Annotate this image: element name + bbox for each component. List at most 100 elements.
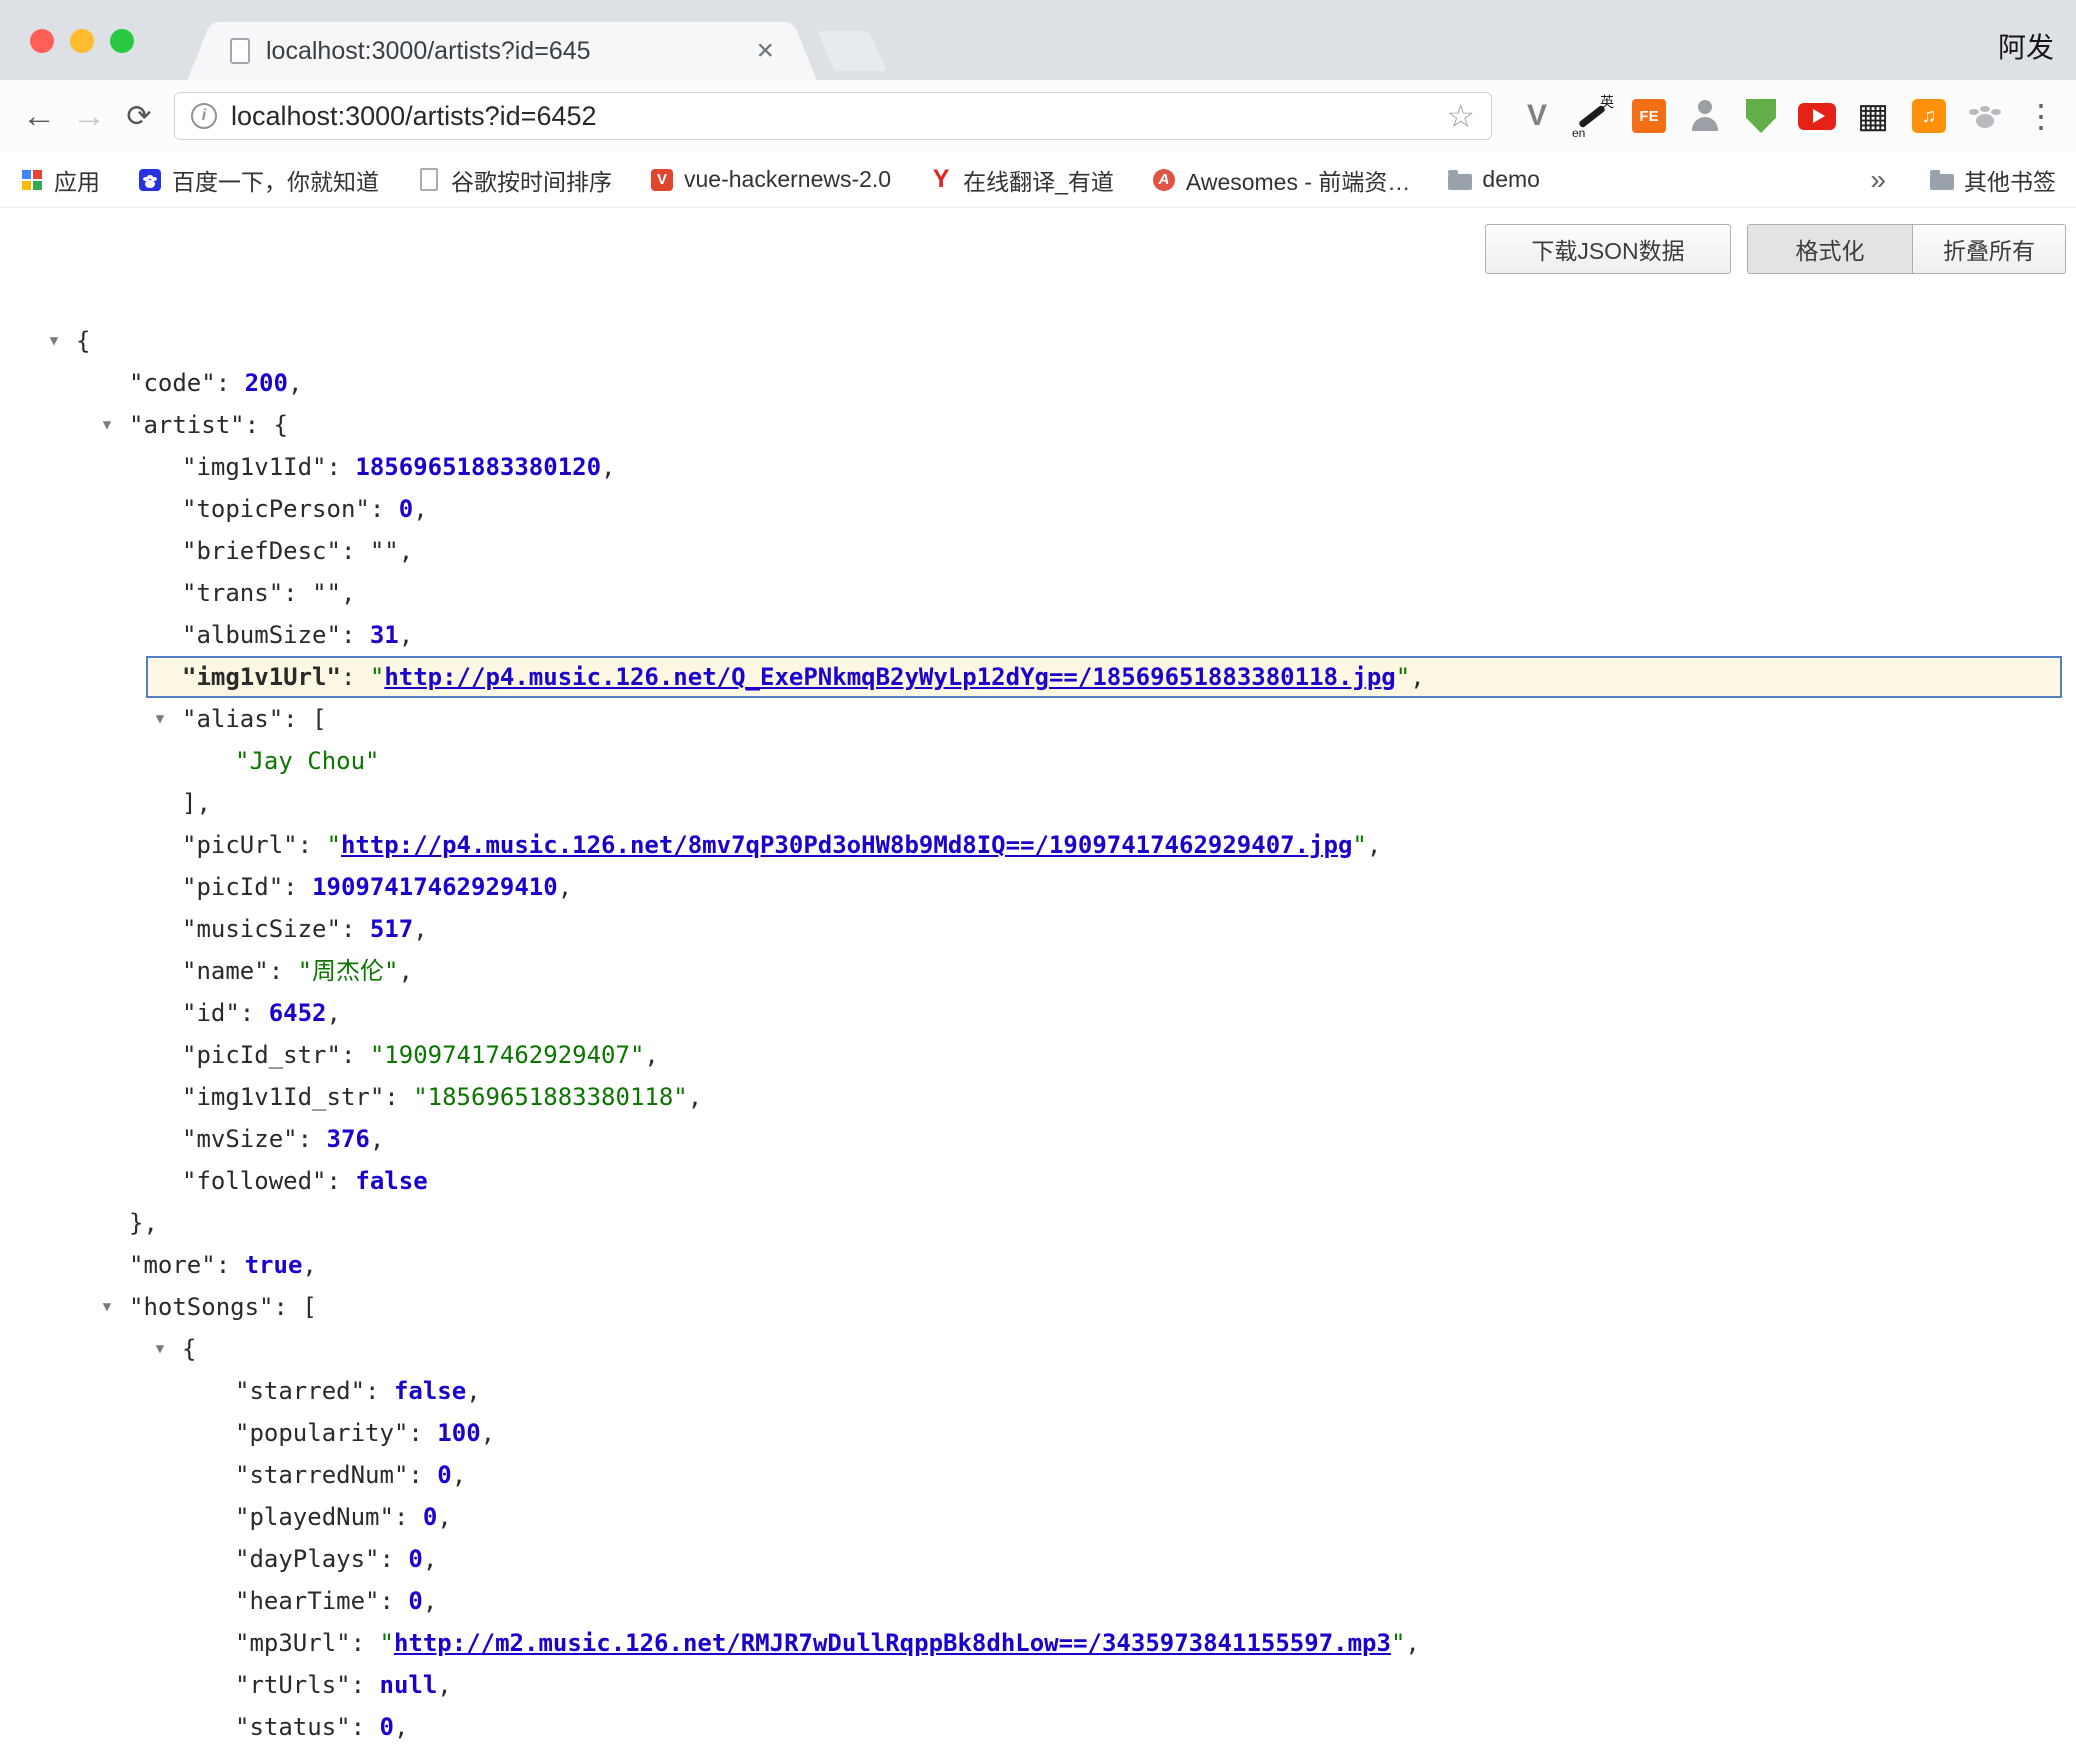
json-comma: ,: [394, 1713, 408, 1741]
bookmark-label: 在线翻译_有道: [963, 163, 1114, 197]
json-quote: ": [1352, 831, 1366, 859]
extension-profile-icon[interactable]: [1684, 95, 1726, 137]
bookmark-label: Awesomes - 前端资…: [1186, 163, 1411, 197]
format-button[interactable]: 格式化: [1747, 224, 1913, 274]
bookmarks-overflow-icon[interactable]: »: [1870, 164, 1886, 196]
vimium-glyph: V: [1527, 99, 1547, 133]
json-line: "code": 200,: [0, 362, 2076, 404]
browser-menu-button[interactable]: ⋮: [2020, 95, 2062, 137]
json-key: "img1v1Url": [182, 663, 341, 691]
json-quote: ": [1396, 663, 1410, 691]
address-bar[interactable]: i localhost:3000/artists?id=6452 ☆: [174, 92, 1492, 140]
bookmark-awesomes[interactable]: A Awesomes - 前端资…: [1152, 163, 1411, 197]
json-key: "code": [129, 369, 216, 397]
json-value: "18569651883380118": [413, 1083, 688, 1111]
json-colon: :: [327, 453, 356, 481]
extension-youtube-icon[interactable]: [1796, 95, 1838, 137]
json-colon: :: [298, 831, 327, 859]
bookmark-youdao[interactable]: Y 在线翻译_有道: [929, 163, 1114, 197]
folder-icon: [1448, 168, 1472, 192]
forward-button[interactable]: →: [64, 97, 114, 136]
fe-glyph: FE: [1632, 99, 1666, 133]
navigation-toolbar: ← → ⟳ i localhost:3000/artists?id=6452 ☆…: [0, 80, 2076, 152]
json-comma: ,: [302, 1251, 316, 1279]
collapse-toggle-icon[interactable]: ▼: [148, 1328, 172, 1370]
json-line: "playedNum": 0,: [0, 1496, 2076, 1538]
json-key: "briefDesc": [182, 537, 341, 565]
json-line: "img1v1Url": "http://p4.music.126.net/Q_…: [0, 656, 2076, 698]
json-key: "name": [182, 957, 269, 985]
bookmark-vue-hackernews[interactable]: V vue-hackernews-2.0: [650, 166, 891, 193]
json-value: 0: [399, 495, 413, 523]
zoom-window-button[interactable]: [110, 29, 134, 53]
json-line: ▼{: [0, 1328, 2076, 1370]
extension-player-icon[interactable]: ♫: [1908, 95, 1950, 137]
json-line: ],: [0, 782, 2076, 824]
new-tab-button[interactable]: [817, 31, 887, 71]
json-value: 517: [370, 915, 413, 943]
baidu-box-shape: [139, 169, 161, 191]
json-colon: :: [408, 1461, 437, 1489]
json-colon: :: [216, 369, 245, 397]
json-line: "briefDesc": "",: [0, 530, 2076, 572]
extension-fe-icon[interactable]: FE: [1628, 95, 1670, 137]
json-key: "followed": [182, 1167, 327, 1195]
site-info-icon[interactable]: i: [191, 103, 217, 129]
collapse-toggle-icon[interactable]: ▼: [95, 404, 119, 446]
collapse-toggle-icon[interactable]: ▼: [42, 320, 66, 362]
json-line: "Jay Chou": [0, 740, 2076, 782]
json-url-link[interactable]: http://p4.music.126.net/Q_ExePNkmqB2yWyL…: [384, 663, 1395, 691]
collapse-toggle-icon[interactable]: ▼: [95, 1286, 119, 1328]
json-comma: ,: [601, 453, 615, 481]
extension-vimium-icon[interactable]: V: [1516, 95, 1558, 137]
json-value: "Jay Chou": [235, 747, 380, 775]
collapse-all-button[interactable]: 折叠所有: [1913, 224, 2066, 274]
tab-close-icon[interactable]: ×: [756, 36, 774, 66]
json-close-bracket: ],: [182, 789, 211, 817]
json-value: false: [394, 1377, 466, 1405]
json-key: "albumSize": [182, 621, 341, 649]
extension-adguard-icon[interactable]: [1740, 95, 1782, 137]
json-url-link[interactable]: http://m2.music.126.net/RMJR7wDullRqppBk…: [394, 1629, 1391, 1657]
bookmark-star-icon[interactable]: ☆: [1446, 97, 1475, 135]
json-url-link[interactable]: http://p4.music.126.net/8mv7qP30Pd3oHW8b…: [341, 831, 1352, 859]
bookmark-folder-demo[interactable]: demo: [1448, 166, 1540, 193]
close-window-button[interactable]: [30, 29, 54, 53]
bookmark-baidu[interactable]: 百度一下，你就知道: [138, 163, 379, 197]
other-bookmarks-folder[interactable]: 其他书签: [1930, 163, 2056, 197]
player-glyph-box: ♫: [1912, 99, 1946, 133]
json-open-bracket: [: [302, 1293, 316, 1321]
json-colon: :: [341, 663, 370, 691]
browser-tab[interactable]: localhost:3000/artists?id=645 ×: [212, 22, 792, 80]
collapse-toggle-icon[interactable]: ▼: [148, 698, 172, 740]
json-comma: ,: [481, 1419, 495, 1447]
bookmark-apps[interactable]: 应用: [20, 163, 100, 197]
pen-en-label: en: [1572, 126, 1585, 140]
extension-qrcode-icon[interactable]: ▦: [1852, 95, 1894, 137]
json-open-bracket: [: [312, 705, 326, 733]
json-colon: :: [408, 1419, 437, 1447]
json-comma: ,: [288, 369, 302, 397]
extension-translate-pen-icon[interactable]: 英 en: [1572, 95, 1614, 137]
shield-icon: [1746, 99, 1776, 133]
json-comma: ,: [413, 495, 427, 523]
json-value: "": [312, 579, 341, 607]
json-value: "周杰伦": [298, 957, 399, 985]
json-line: "albumSize": 31,: [0, 614, 2076, 656]
download-json-button[interactable]: 下载JSON数据: [1485, 224, 1731, 274]
back-button[interactable]: ←: [14, 97, 64, 136]
json-line: "copyFrom": "",: [0, 1748, 2076, 1754]
json-key: "trans": [182, 579, 283, 607]
json-line: "dayPlays": 0,: [0, 1538, 2076, 1580]
json-key: "id": [182, 999, 240, 1027]
json-colon: :: [283, 705, 312, 733]
reload-button[interactable]: ⟳: [114, 99, 164, 134]
json-key: "mp3Url": [235, 1629, 351, 1657]
minimize-window-button[interactable]: [70, 29, 94, 53]
folder-icon: [1930, 168, 1954, 192]
json-key: "starredNum": [235, 1461, 408, 1489]
extension-paw-icon[interactable]: [1964, 95, 2006, 137]
json-colon: :: [240, 999, 269, 1027]
json-line: "picId": 19097417462929410,: [0, 866, 2076, 908]
bookmark-google-sort[interactable]: 谷歌按时间排序: [417, 163, 612, 197]
